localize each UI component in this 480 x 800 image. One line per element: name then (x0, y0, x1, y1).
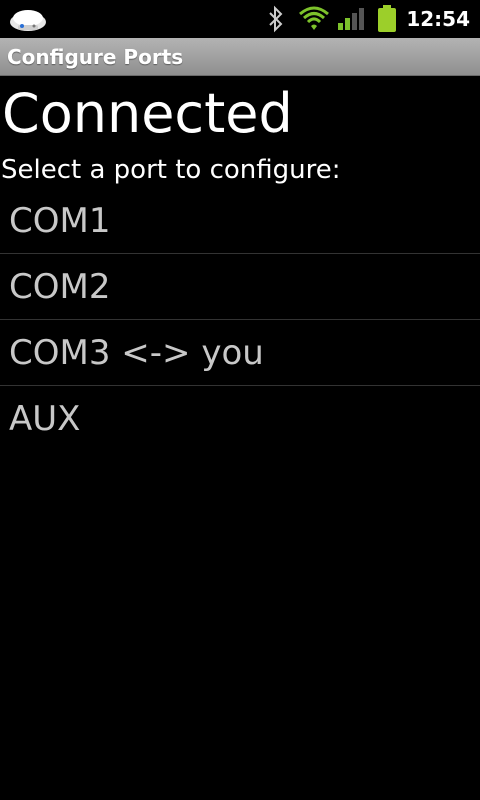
printer-dome-icon (10, 10, 46, 31)
signal-icon (338, 8, 364, 30)
instruction-text: Select a port to configure: (1, 155, 341, 185)
wifi-icon (299, 6, 329, 30)
port-label: COM1 (9, 201, 111, 241)
port-item-com2[interactable]: COM2 (0, 254, 480, 320)
status-clock: 12:54 (406, 7, 470, 31)
port-label: COM3 <-> you (9, 333, 264, 373)
bluetooth-icon (269, 5, 283, 33)
window-title: Configure Ports (7, 45, 184, 69)
battery-icon (378, 5, 396, 32)
port-item-com3[interactable]: COM3 <-> you (0, 320, 480, 386)
port-item-com1[interactable]: COM1 (0, 188, 480, 254)
title-bar: Configure Ports (0, 38, 480, 76)
port-label: COM2 (9, 267, 111, 307)
port-item-aux[interactable]: AUX (0, 386, 480, 452)
port-list: COM1 COM2 COM3 <-> you AUX (0, 188, 480, 452)
status-bar: 12:54 (0, 0, 480, 38)
connection-status-heading: Connected (2, 82, 293, 145)
port-label: AUX (9, 399, 81, 439)
